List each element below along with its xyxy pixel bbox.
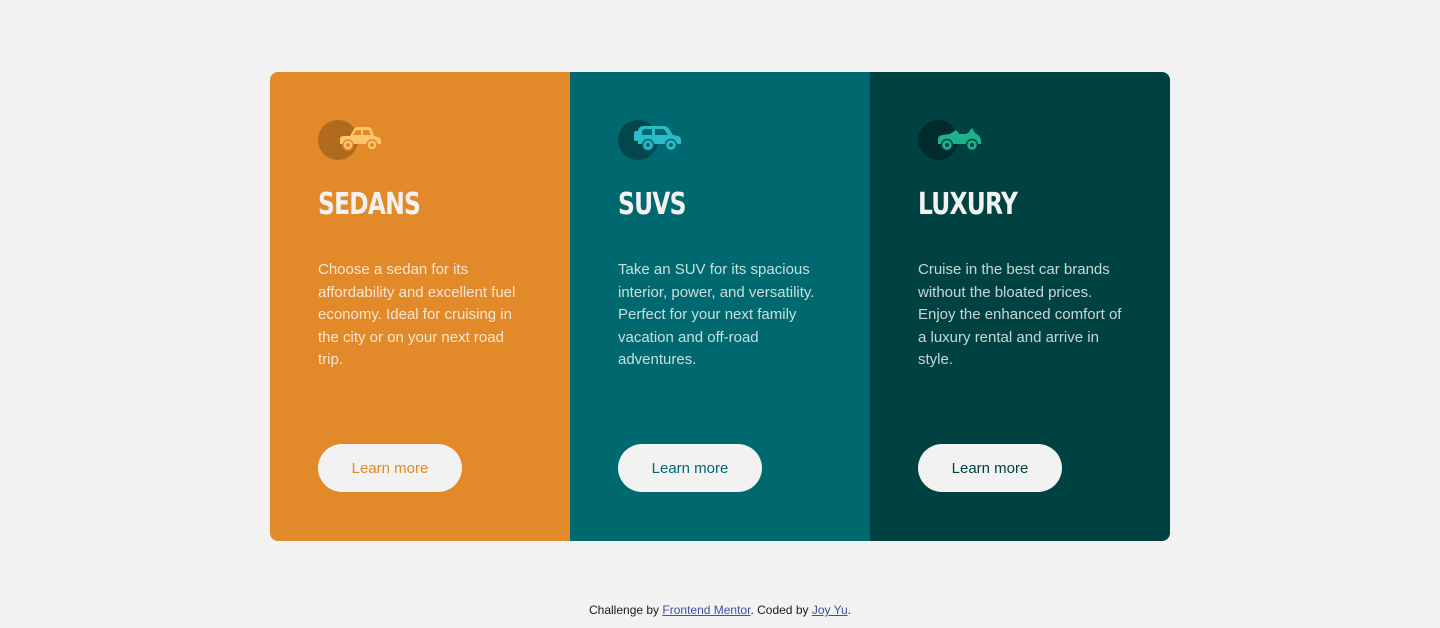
frontend-mentor-link[interactable]: Frontend Mentor — [662, 603, 750, 617]
product-cards: Sedans Choose a sedan for its affordabil… — [270, 72, 1170, 541]
footer-prefix: Challenge by — [589, 603, 663, 617]
card-title: SUVs — [618, 187, 686, 222]
card-luxury: Luxury Cruise in the best car brands wit… — [870, 72, 1170, 541]
learn-more-button[interactable]: Learn more — [918, 444, 1062, 492]
card-title: Luxury — [918, 187, 1018, 222]
suv-car-icon — [618, 120, 682, 160]
luxury-car-icon — [918, 120, 982, 160]
card-title: Sedans — [318, 187, 421, 222]
footer-middle: . Coded by — [750, 603, 812, 617]
attribution-footer: Challenge by Frontend Mentor. Coded by J… — [0, 603, 1440, 617]
footer-suffix: . — [847, 603, 851, 617]
learn-more-button[interactable]: Learn more — [618, 444, 762, 492]
page: Sedans Choose a sedan for its affordabil… — [0, 0, 1440, 628]
card-description: Cruise in the best car brands without th… — [918, 261, 1122, 368]
luxury-svg — [938, 128, 981, 152]
learn-more-button[interactable]: Learn more — [318, 444, 462, 492]
card-suvs: SUVs Take an SUV for its spacious interi… — [570, 72, 870, 541]
sedan-car-icon — [318, 120, 382, 160]
suv-svg — [634, 126, 681, 152]
card-sedans: Sedans Choose a sedan for its affordabil… — [270, 72, 570, 541]
author-link[interactable]: Joy Yu — [812, 603, 848, 617]
card-description: Take an SUV for its spacious interior, p… — [618, 261, 815, 368]
card-description: Choose a sedan for its affordability and… — [318, 261, 516, 368]
sedan-svg — [340, 127, 381, 151]
